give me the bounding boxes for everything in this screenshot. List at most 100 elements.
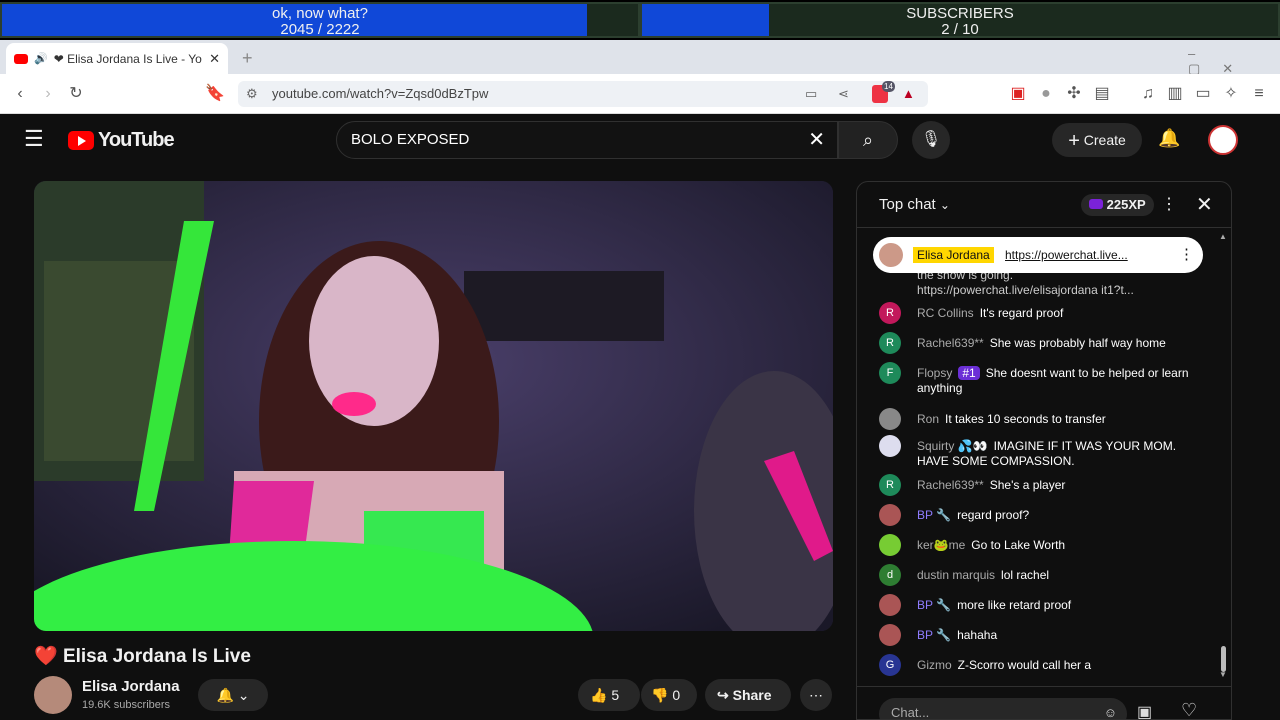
video-player[interactable]: [34, 181, 833, 631]
youtube-play-icon: [68, 131, 94, 150]
chat-more-icon[interactable]: ⋮: [1161, 194, 1177, 214]
extension-red-icon[interactable]: ▣: [1008, 84, 1028, 104]
chat-author[interactable]: ker🐸me: [917, 538, 965, 552]
goal-bar-1: ok, now what? 2045 / 2222: [0, 2, 640, 38]
scroll-down-icon[interactable]: ▼: [1219, 670, 1227, 679]
rewards-icon[interactable]: ▲: [902, 81, 915, 107]
menu-icon[interactable]: ≡: [1249, 84, 1269, 104]
chat-avatar[interactable]: [879, 435, 901, 457]
chat-text: lol rachel: [1001, 568, 1050, 582]
like-button[interactable]: 👍 5: [578, 679, 640, 711]
scroll-thumb[interactable]: [1221, 646, 1226, 672]
screenshot-icon[interactable]: ▤: [1092, 84, 1112, 104]
chat-close-icon[interactable]: ✕: [1196, 192, 1213, 217]
chat-avatar[interactable]: [879, 594, 901, 616]
extensions-icon[interactable]: ✣: [1064, 84, 1084, 104]
site-settings-icon[interactable]: ⚙: [246, 81, 258, 107]
chat-author[interactable]: Gizmo: [917, 658, 952, 672]
chat-scrollbar[interactable]: ▲ ▼: [1219, 232, 1227, 679]
create-label: Create: [1083, 132, 1126, 148]
video-title: ❤️ Elisa Jordana Is Live: [34, 644, 251, 668]
chat-message: R Rachel639** She's a player: [879, 474, 1201, 496]
clear-search-icon[interactable]: ✕: [808, 122, 825, 158]
account-avatar[interactable]: [1208, 125, 1238, 155]
notifications-icon[interactable]: 🔔: [1158, 128, 1180, 149]
url-text: youtube.com/watch?v=Zqsd0dBzTpw: [272, 86, 489, 101]
chat-text: It's regard proof: [979, 306, 1064, 320]
url-field[interactable]: ⚙ youtube.com/watch?v=Zqsd0dBzTpw ▭ ⋖ 14…: [238, 81, 928, 107]
chat-avatar[interactable]: F: [879, 362, 901, 384]
live-chat-panel: Top chat ⌄ 225XP ⋮ ✕ the show is going. …: [856, 181, 1232, 720]
more-actions-button[interactable]: ⋯: [800, 679, 832, 711]
new-tab-icon[interactable]: +: [242, 48, 253, 69]
video-frame: [34, 181, 833, 631]
chevron-down-icon: ⌄: [237, 687, 250, 703]
goal-1-current: 2045: [280, 21, 314, 38]
super-chat-icon[interactable]: ▣: [1137, 702, 1152, 719]
back-icon[interactable]: ‹: [10, 84, 30, 104]
chat-input[interactable]: Chat... ☺: [879, 698, 1127, 719]
media-icon[interactable]: ♫: [1138, 84, 1158, 104]
chat-author[interactable]: BP 🔧: [917, 628, 951, 642]
reload-icon[interactable]: ↻: [66, 84, 86, 104]
chat-avatar[interactable]: d: [879, 564, 901, 586]
chat-author[interactable]: Squirty 💦👀: [917, 439, 988, 453]
goal-2-current: 2: [941, 21, 950, 38]
share-page-icon[interactable]: ⋖: [838, 81, 849, 107]
chat-message: BP 🔧 more like retard proof: [879, 594, 1201, 616]
pinned-message[interactable]: Elisa Jordana https://powerchat.live... …: [873, 237, 1203, 273]
stream-overlay: ok, now what? 2045 / 2222 SUBSCRIBERS 2 …: [0, 0, 1280, 40]
emoji-icon[interactable]: ☺: [1104, 698, 1117, 719]
chat-avatar[interactable]: R: [879, 302, 901, 324]
share-button[interactable]: ↪ Share: [705, 679, 791, 711]
chat-mode-dropdown[interactable]: Top chat ⌄: [879, 196, 950, 213]
heart-react-icon[interactable]: ♡: [1181, 700, 1197, 719]
chat-author[interactable]: Rachel639**: [917, 336, 984, 350]
subscribe-bell-button[interactable]: 🔔 ⌄: [198, 679, 268, 711]
chat-author[interactable]: Rachel639**: [917, 478, 984, 492]
chat-author[interactable]: BP 🔧: [917, 508, 951, 522]
tab-close-icon[interactable]: ✕: [209, 51, 220, 67]
xp-badge[interactable]: 225XP: [1081, 194, 1154, 216]
extension-gray-icon[interactable]: ●: [1036, 84, 1056, 104]
chat-avatar[interactable]: [879, 504, 901, 526]
leo-icon[interactable]: ✧: [1221, 84, 1241, 104]
channel-name[interactable]: Elisa Jordana: [82, 678, 180, 695]
youtube-logo[interactable]: YouTube: [68, 129, 175, 152]
audio-icon[interactable]: 🔊: [34, 52, 48, 65]
dislike-button[interactable]: 👎 0: [641, 679, 697, 711]
goal-2-label: SUBSCRIBERS: [906, 5, 1014, 22]
chat-message: Squirty 💦👀 IMAGINE IF IT WAS YOUR MOM. HA…: [879, 435, 1201, 469]
chat-avatar[interactable]: R: [879, 332, 901, 354]
share-icon: ↪: [717, 687, 729, 703]
chat-avatar[interactable]: G: [879, 654, 901, 676]
browser-tab[interactable]: 🔊 ❤ Elisa Jordana Is Live - Yo ✕: [6, 43, 228, 74]
search-button[interactable]: ⌕: [838, 121, 898, 159]
thumbs-up-icon: 👍: [590, 687, 608, 703]
sidebar-icon[interactable]: ▥: [1165, 84, 1185, 104]
cast-icon[interactable]: ▭: [805, 81, 817, 107]
chat-author[interactable]: Flopsy: [917, 366, 952, 380]
share-label: Share: [732, 687, 772, 703]
chat-author[interactable]: Ron: [917, 412, 939, 426]
chat-avatar[interactable]: [879, 408, 901, 430]
chat-author[interactable]: dustin marquis: [917, 568, 995, 582]
chat-message: BP 🔧 regard proof?: [879, 504, 1201, 526]
chat-author[interactable]: BP 🔧: [917, 598, 951, 612]
chat-avatar[interactable]: [879, 624, 901, 646]
pinned-more-icon[interactable]: ⋮: [1179, 245, 1194, 263]
chat-avatar[interactable]: [879, 534, 901, 556]
forward-icon[interactable]: ›: [38, 84, 58, 104]
search-input[interactable]: BOLO EXPOSED ✕: [336, 121, 838, 159]
bookmark-icon[interactable]: 🔖: [205, 84, 225, 104]
create-button[interactable]: + Create: [1052, 123, 1142, 157]
chat-avatar[interactable]: R: [879, 474, 901, 496]
scroll-up-icon[interactable]: ▲: [1219, 232, 1227, 241]
channel-avatar[interactable]: [34, 676, 72, 714]
voice-search-button[interactable]: 🎙: [912, 121, 950, 159]
pinned-link[interactable]: https://powerchat.live...: [1005, 248, 1128, 262]
dislike-count: 0: [672, 687, 681, 703]
wallet-icon[interactable]: ▭: [1193, 84, 1213, 104]
chat-author[interactable]: RC Collins: [917, 306, 974, 320]
hamburger-icon[interactable]: ☰: [24, 128, 44, 150]
